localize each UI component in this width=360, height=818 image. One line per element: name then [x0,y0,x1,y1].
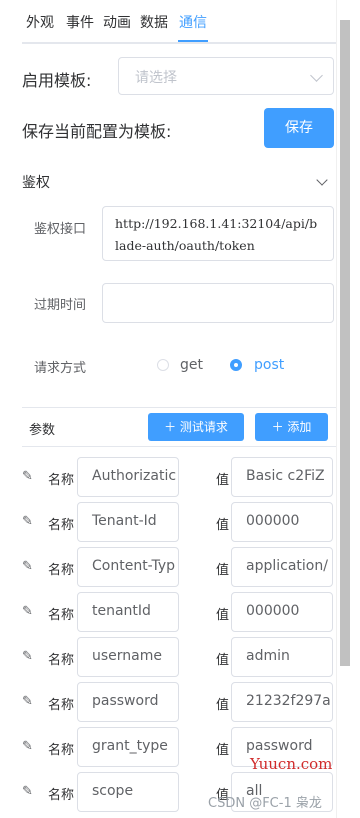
param-value-input[interactable]: application/ [231,547,333,587]
tab-data[interactable]: 数据 [140,12,168,32]
param-row: ✎ 名称 username 值 admin [0,637,336,677]
param-row: ✎ 名称 Content-Typ 值 application/ [0,547,336,587]
edit-icon[interactable]: ✎ [22,784,33,799]
param-value-input[interactable]: admin [231,637,333,677]
param-name-label: 名称 [48,653,75,668]
param-name-input[interactable]: Authorizatic [77,457,179,497]
radio-post-label[interactable]: post [254,357,284,373]
edit-icon[interactable]: ✎ [22,559,33,574]
param-name-input[interactable]: Content-Typ [77,547,179,587]
save-button[interactable]: 保存 [264,108,334,148]
radio-get[interactable] [157,359,169,371]
param-value-label: 值 [216,473,230,488]
param-value-label: 值 [216,518,230,533]
param-value-input[interactable]: 21232f297a [231,682,333,722]
tab-events[interactable]: 事件 [66,12,94,32]
param-name-input[interactable]: password [77,682,179,722]
param-value-label: 值 [216,563,230,578]
param-value-label: 值 [216,653,230,668]
param-name-input[interactable]: username [77,637,179,677]
tab-animation[interactable]: 动画 [103,12,131,32]
param-name-label: 名称 [48,698,75,713]
param-value-input[interactable]: Basic c2FiZ [231,457,333,497]
template-select[interactable]: 请选择 [118,57,334,95]
plus-icon: ＋ [271,420,288,434]
config-panel: 外观 事件 动画 数据 通信 启用模板: 请选择 保存当前配置为模板: 保存 鉴… [0,0,336,818]
param-name-input[interactable]: Tenant-Id [77,502,179,542]
api-url-textarea[interactable]: http://192.168.1.41:32104/api/blade-auth… [102,206,334,261]
auth-section-header[interactable]: 鉴权 [22,162,336,202]
param-name-input[interactable]: grant_type [77,727,179,767]
tab-appearance[interactable]: 外观 [26,12,54,32]
chevron-down-icon [310,69,323,82]
add-param-button[interactable]: ＋ 添加 [255,413,328,441]
param-row: ✎ 名称 Authorizatic 值 Basic c2FiZ [0,457,336,497]
param-name-label: 名称 [48,788,75,803]
template-placeholder: 请选择 [135,70,177,86]
param-value-label: 值 [216,698,230,713]
param-name-label: 名称 [48,563,75,578]
param-name-input[interactable]: tenantId [77,592,179,632]
param-value-input[interactable]: 000000 [231,592,333,632]
edit-icon[interactable]: ✎ [22,649,33,664]
param-value-input[interactable]: 000000 [231,502,333,542]
expire-label: 过期时间 [34,298,87,313]
site-watermark: Yuucn.com [250,755,333,773]
tab-bar: 外观 事件 动画 数据 通信 [22,0,336,44]
edit-icon[interactable]: ✎ [22,514,33,529]
test-request-button[interactable]: ＋ 测试请求 [148,413,244,441]
tab-communication[interactable]: 通信 [179,12,207,32]
param-name-label: 名称 [48,473,75,488]
credit-watermark: CSDN @FC-1 枭龙 [208,796,322,811]
edit-icon[interactable]: ✎ [22,469,33,484]
divider [22,446,336,447]
method-label: 请求方式 [34,361,87,376]
param-row: ✎ 名称 Tenant-Id 值 000000 [0,502,336,542]
active-tab-indicator [178,40,208,42]
chevron-down-icon [316,174,328,186]
param-value-label: 值 [216,743,230,758]
radio-post[interactable] [230,359,242,371]
api-label: 鉴权接口 [34,222,87,237]
param-value-label: 值 [216,608,230,623]
plus-icon: ＋ [164,420,180,434]
edit-icon[interactable]: ✎ [22,604,33,619]
param-row: ✎ 名称 password 值 21232f297a [0,682,336,722]
auth-section-title: 鉴权 [22,175,50,191]
divider [22,407,336,408]
params-title: 参数 [29,423,56,438]
edit-icon[interactable]: ✎ [22,694,33,709]
expire-input[interactable] [102,283,334,323]
radio-get-label[interactable]: get [180,357,203,373]
param-name-label: 名称 [48,518,75,533]
param-name-label: 名称 [48,743,75,758]
template-label: 启用模板: [22,71,92,90]
save-template-label: 保存当前配置为模板: [22,122,172,141]
edit-icon[interactable]: ✎ [22,739,33,754]
param-row: ✎ 名称 tenantId 值 000000 [0,592,336,632]
param-name-input[interactable]: scope [77,772,179,812]
scrollbar-thumb[interactable] [340,20,350,666]
param-name-label: 名称 [48,608,75,623]
